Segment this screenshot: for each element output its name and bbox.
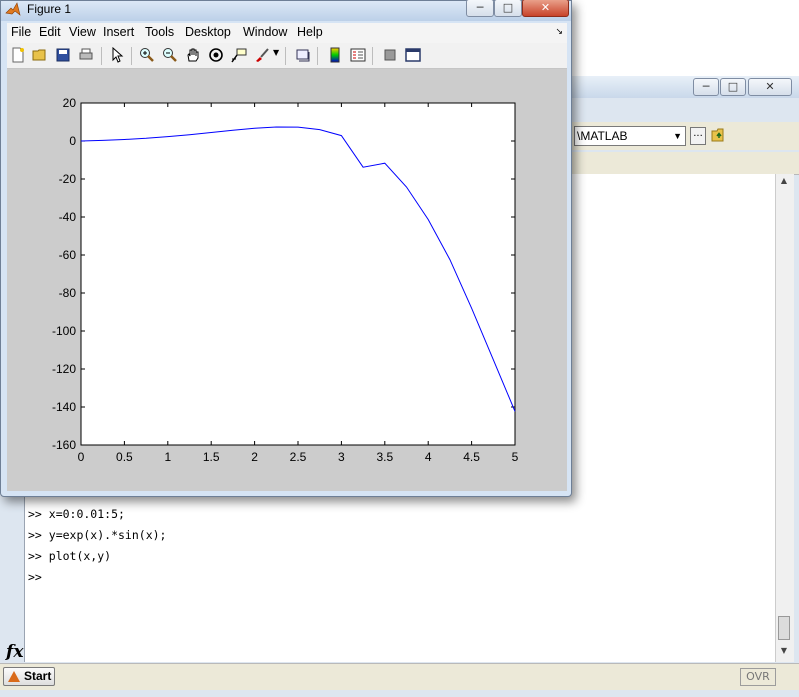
figure-titlebar: Figure 1 ─ □ ✕ — [1, 0, 571, 21]
figure-window: Figure 1 ─ □ ✕ File Edit View Insert Too… — [0, 0, 572, 497]
browse-folder-button[interactable]: ... — [690, 127, 706, 145]
x-tick-label: 0.5 — [116, 450, 133, 464]
y-tick-label: -140 — [52, 400, 76, 414]
menu-view[interactable]: View — [69, 25, 96, 39]
start-button[interactable]: Start — [3, 667, 55, 686]
toolbar-separator — [131, 47, 132, 65]
y-tick-label: -160 — [52, 438, 76, 452]
menu-edit[interactable]: Edit — [39, 25, 61, 39]
link-plot-icon[interactable] — [295, 47, 311, 63]
figure-menubar: File Edit View Insert Tools Desktop Wind… — [7, 23, 567, 43]
y-tick-label: -60 — [59, 248, 77, 262]
current-folder-value: \MATLAB — [577, 129, 628, 143]
figure-minimize-button[interactable]: ─ — [466, 0, 494, 17]
y-tick-label: 20 — [63, 96, 77, 110]
command-window-scrollbar[interactable]: ▲ ▼ — [775, 174, 794, 662]
current-folder-combobox[interactable]: \MATLAB ▼ — [574, 126, 686, 146]
brush-dropdown-icon[interactable]: ▼ — [273, 48, 279, 57]
menu-help[interactable]: Help — [297, 25, 323, 39]
figure-toolbar: ▼ — [7, 43, 567, 69]
edit-plot-arrow-icon[interactable] — [109, 47, 125, 63]
x-tick-label: 1.5 — [203, 450, 220, 464]
y-tick-label: -40 — [59, 210, 77, 224]
save-figure-icon[interactable] — [55, 47, 71, 63]
data-cursor-icon[interactable] — [231, 47, 247, 63]
figure-title: Figure 1 — [27, 2, 72, 16]
toolbar-separator — [101, 47, 102, 65]
status-bar: Start OVR — [0, 663, 799, 690]
dock-arrow-icon[interactable]: ↘ — [555, 27, 563, 37]
y-tick-label: -20 — [59, 172, 77, 186]
line-plot[interactable]: 0 0.5 1 1.5 2 2.5 3 3.5 4 4.5 5 20 0 -20 -40 -60 -80 -100… — [7, 69, 567, 491]
menu-file[interactable]: File — [11, 25, 31, 39]
insert-legend-icon[interactable] — [350, 47, 366, 63]
y-tick-label: 0 — [69, 134, 76, 148]
new-figure-icon[interactable] — [10, 47, 26, 63]
figure-canvas[interactable]: 0 0.5 1 1.5 2 2.5 3 3.5 4 4.5 5 20 0 -20 -40 -60 -80 -100… — [7, 69, 567, 491]
zoom-in-icon[interactable] — [139, 47, 155, 63]
function-browser-fx-icon[interactable]: fx — [6, 642, 23, 662]
scroll-up-arrow-icon[interactable]: ▲ — [776, 176, 792, 188]
matlab-logo-icon — [8, 671, 20, 682]
command-line-2: >> y=exp(x).*sin(x); — [28, 528, 167, 542]
matlab-maximize-button[interactable]: □ — [720, 78, 746, 96]
brush-icon[interactable] — [254, 47, 270, 63]
command-history: >> x=0:0.01:5; >> y=exp(x).*sin(x); >> p… — [28, 504, 166, 588]
matlab-close-button[interactable]: ✕ — [748, 78, 792, 96]
x-tick-label: 3 — [338, 450, 345, 464]
figure-maximize-button[interactable]: □ — [494, 0, 522, 17]
y-tick-label: -100 — [52, 324, 76, 338]
menu-insert[interactable]: Insert — [103, 25, 134, 39]
pan-hand-icon[interactable] — [185, 47, 201, 63]
rotate-3d-icon[interactable] — [208, 47, 224, 63]
y-tick-label: -80 — [59, 286, 77, 300]
x-tick-label: 2 — [251, 450, 258, 464]
print-figure-icon[interactable] — [78, 47, 94, 63]
hide-plot-tools-icon[interactable] — [382, 47, 398, 63]
zoom-out-icon[interactable] — [162, 47, 178, 63]
x-tick-label: 4 — [425, 450, 432, 464]
start-label: Start — [24, 669, 52, 683]
x-tick-label: 1 — [164, 450, 171, 464]
overwrite-mode-indicator: OVR — [740, 668, 776, 686]
matlab-logo-icon — [5, 2, 21, 16]
figure-close-button[interactable]: ✕ — [522, 0, 569, 17]
scroll-thumb[interactable] — [778, 616, 790, 640]
toolbar-separator — [372, 47, 373, 65]
menu-window[interactable]: Window — [243, 25, 287, 39]
chevron-down-icon[interactable]: ▼ — [673, 127, 682, 145]
x-tick-label: 0 — [78, 450, 85, 464]
x-tick-label: 5 — [512, 450, 519, 464]
toolbar-separator — [285, 47, 286, 65]
command-prompt[interactable]: >> — [28, 567, 166, 588]
folder-up-icon[interactable] — [711, 128, 727, 142]
y-tick-label: -120 — [52, 362, 76, 376]
show-plot-tools-icon[interactable] — [405, 47, 421, 63]
axes-box[interactable] — [80, 102, 516, 446]
x-tick-label: 2.5 — [290, 450, 307, 464]
x-tick-label: 3.5 — [376, 450, 393, 464]
scroll-down-arrow-icon[interactable]: ▼ — [776, 646, 792, 658]
matlab-minimize-button[interactable]: ─ — [693, 78, 719, 96]
command-line-1: >> x=0:0.01:5; — [28, 507, 125, 521]
open-file-icon[interactable] — [32, 47, 48, 63]
command-line-3: >> plot(x,y) — [28, 549, 112, 563]
insert-colorbar-icon[interactable] — [327, 47, 343, 63]
menu-desktop[interactable]: Desktop — [185, 25, 231, 39]
toolbar-separator — [317, 47, 318, 65]
menu-tools[interactable]: Tools — [145, 25, 174, 39]
x-tick-label: 4.5 — [463, 450, 480, 464]
